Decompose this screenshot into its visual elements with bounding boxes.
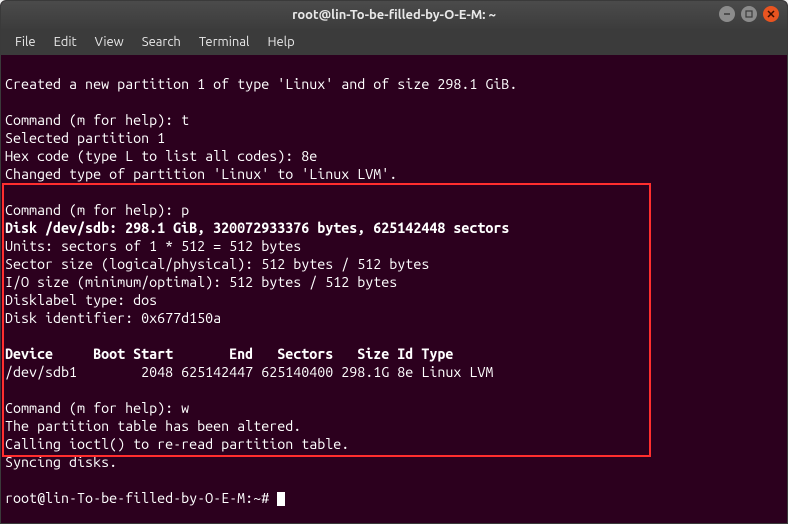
term-line: Command (m for help): p <box>5 202 189 218</box>
term-line: Disk identifier: 0x677d150a <box>5 310 221 326</box>
term-line: Syncing disks. <box>5 454 117 470</box>
term-line: /dev/sdb1 2048 625142447 625140400 298.1… <box>5 364 493 380</box>
menu-help[interactable]: Help <box>259 32 302 52</box>
term-line: Sector size (logical/physical): 512 byte… <box>5 256 429 272</box>
term-line: I/O size (minimum/optimal): 512 bytes / … <box>5 274 397 290</box>
term-line: Calling ioctl() to re-read partition tab… <box>5 436 349 452</box>
term-line: Created a new partition 1 of type 'Linux… <box>5 76 517 92</box>
term-line: Selected partition 1 <box>5 130 165 146</box>
term-line: Command (m for help): w <box>5 400 189 416</box>
window-controls <box>719 6 779 22</box>
titlebar[interactable]: root@lin-To-be-filled-by-O-E-M: ~ <box>1 1 787 29</box>
terminal-output[interactable]: Created a new partition 1 of type 'Linux… <box>1 55 787 523</box>
menu-view[interactable]: View <box>87 32 132 52</box>
term-line: Hex code (type L to list all codes): 8e <box>5 148 317 164</box>
maximize-icon[interactable] <box>741 6 757 22</box>
menu-file[interactable]: File <box>7 32 44 52</box>
term-line-bold: Device Boot Start End Sectors Size Id Ty… <box>5 346 453 362</box>
term-line: Units: sectors of 1 * 512 = 512 bytes <box>5 238 301 254</box>
term-line-bold: Disk /dev/sdb: 298.1 GiB, 320072933376 b… <box>5 220 509 236</box>
term-line: Changed type of partition 'Linux' to 'Li… <box>5 166 397 182</box>
minimize-icon[interactable] <box>719 6 735 22</box>
term-line: Command (m for help): t <box>5 112 189 128</box>
cursor-icon <box>277 492 285 506</box>
menu-terminal[interactable]: Terminal <box>191 32 258 52</box>
menu-edit[interactable]: Edit <box>46 32 85 52</box>
term-line: Disklabel type: dos <box>5 292 157 308</box>
term-line: The partition table has been altered. <box>5 418 301 434</box>
terminal-window: root@lin-To-be-filled-by-O-E-M: ~ File E… <box>0 0 788 524</box>
menu-search[interactable]: Search <box>134 32 189 52</box>
menubar: File Edit View Search Terminal Help <box>1 29 787 55</box>
close-icon[interactable] <box>763 6 779 22</box>
window-title: root@lin-To-be-filled-by-O-E-M: ~ <box>292 8 496 22</box>
shell-prompt: root@lin-To-be-filled-by-O-E-M:~# <box>5 490 277 506</box>
